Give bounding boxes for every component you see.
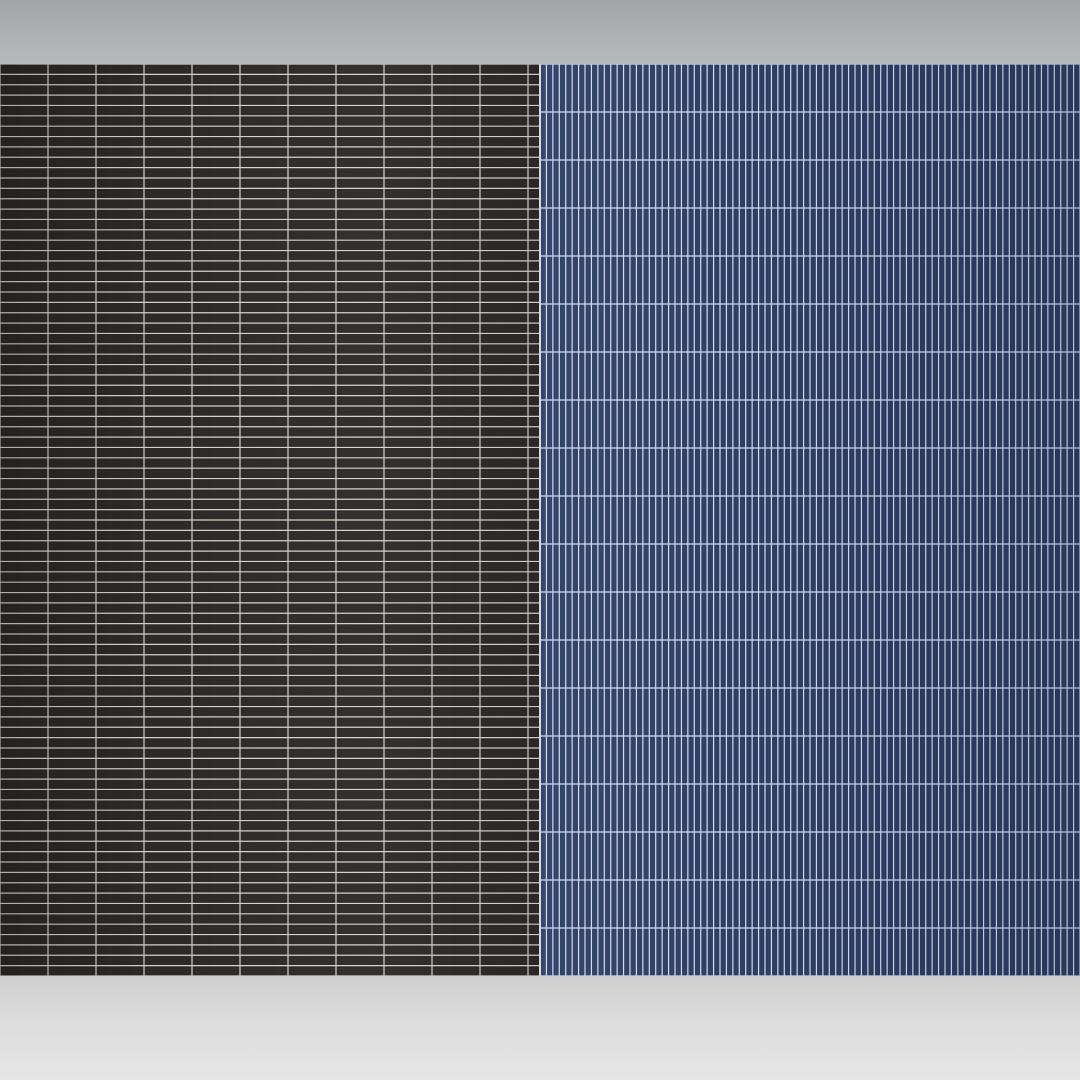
blue-tile-grid [540, 64, 1080, 976]
tile-render-scene [0, 0, 1080, 1080]
black-tile-grid [0, 64, 540, 976]
blue-tile-panel [540, 64, 1080, 976]
floor-strip [0, 976, 1080, 1080]
black-tile-panel [0, 64, 540, 976]
ceiling-strip [0, 0, 1080, 64]
panel-divider [539, 64, 541, 976]
